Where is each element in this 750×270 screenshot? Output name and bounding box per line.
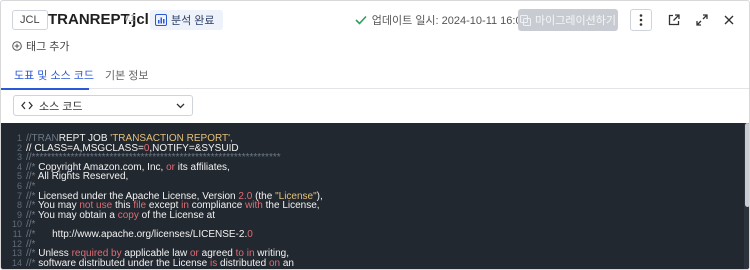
code-token: on	[268, 257, 281, 269]
analysis-status-label: 분석 완료	[171, 15, 215, 27]
view-select[interactable]: 소스 코드	[13, 95, 193, 116]
expand-button[interactable]	[691, 9, 713, 31]
code-token: copy	[117, 209, 139, 221]
code-scrollbar-track[interactable]	[744, 123, 749, 269]
code-token: You may obtain a	[38, 209, 118, 221]
code-icon	[21, 101, 33, 110]
language-badge: JCL	[12, 10, 48, 30]
tab-diagram-source[interactable]: 도표 및 소스 코드	[14, 67, 94, 83]
version-label: v.1	[124, 13, 136, 23]
close-button[interactable]	[718, 9, 740, 31]
code-token: http://www.apache.org/licenses/LICENSE-2…	[52, 229, 248, 240]
code-text: //* All Rights Reserved,	[26, 171, 128, 182]
line-number: 14	[11, 257, 22, 268]
expand-icon	[696, 14, 708, 26]
code-text: //* http://www.apache.org/licenses/LICEN…	[26, 229, 253, 240]
external-link-icon	[668, 14, 680, 26]
code-text: //* You may obtain a copy of the License…	[26, 210, 215, 221]
migrate-button-label: 마이그레이션하기	[535, 15, 616, 27]
file-detail-panel: JCL TRANREPT.jcl v.1 분석 완료 업데이트 일시: 2024…	[0, 0, 750, 270]
update-info: 업데이트 일시: 2024-10-11 16:03:48	[355, 12, 543, 28]
close-icon	[724, 15, 734, 25]
open-new-window-button[interactable]	[663, 9, 685, 31]
code-token: the License,	[262, 200, 320, 212]
code-token: its affiliates,	[174, 161, 230, 173]
code-scrollbar-thumb[interactable]	[745, 123, 749, 207]
migrate-button[interactable]: 마이그레이션하기	[518, 9, 618, 31]
code-token: distributed	[217, 257, 269, 269]
code-token: 0	[247, 229, 253, 240]
plus-circle-icon	[12, 41, 22, 51]
code-token: software distributed under the License	[38, 257, 211, 269]
bar-chart-icon	[155, 14, 167, 26]
code-text: //* software distributed under the Licen…	[26, 258, 294, 269]
more-options-button[interactable]	[630, 9, 652, 31]
analysis-status-badge: 분석 완료	[150, 10, 223, 30]
source-code-viewer[interactable]: 1//TRANREPT JOB 'TRANSACTION REPORT', 2//…	[1, 123, 749, 269]
more-vertical-icon	[639, 14, 643, 26]
view-toolbar: 소스 코드	[1, 89, 749, 122]
code-token: with	[245, 200, 263, 212]
code-token: of the License at	[138, 209, 216, 221]
code-token: All Rights Reserved,	[37, 171, 129, 183]
chevron-down-icon	[176, 103, 185, 108]
add-tag-label: 태그 추가	[26, 41, 70, 53]
code-token: //*	[26, 257, 39, 269]
code-token: an	[280, 257, 294, 269]
migrate-icon	[520, 14, 532, 26]
tab-bar: 도표 및 소스 코드 기본 정보	[1, 59, 749, 90]
code-token: or	[166, 161, 175, 173]
checkmark-icon	[355, 15, 367, 25]
view-select-value: 소스 코드	[39, 100, 83, 113]
add-tag-button[interactable]: 태그 추가	[12, 38, 70, 54]
tab-basic-info[interactable]: 기본 정보	[105, 67, 149, 83]
panel-header: JCL TRANREPT.jcl v.1 분석 완료 업데이트 일시: 2024…	[1, 1, 749, 57]
